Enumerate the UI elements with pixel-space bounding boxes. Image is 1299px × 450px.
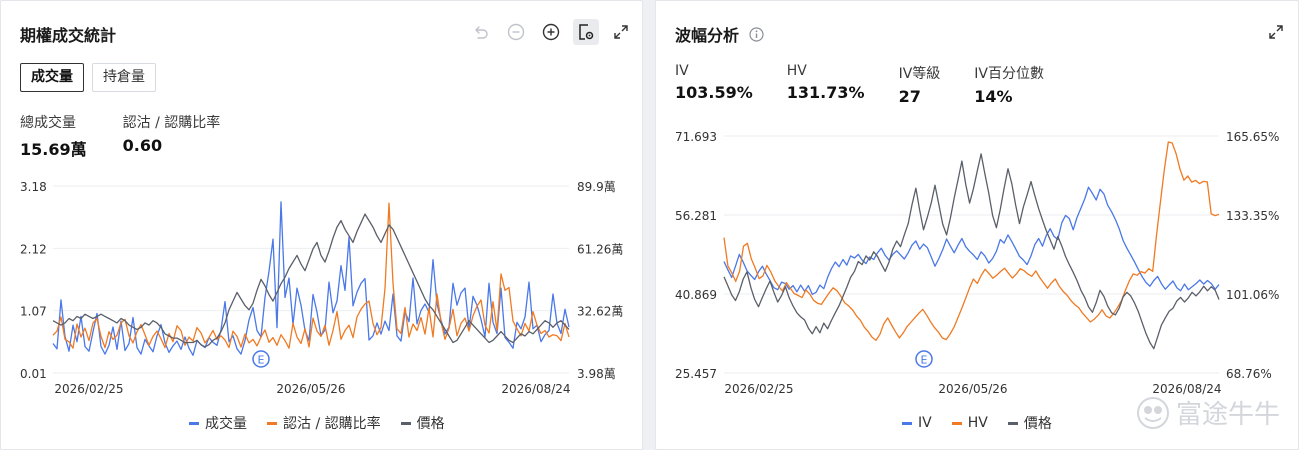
expand-button[interactable] [1263,19,1289,45]
legend-item-price[interactable]: 價格 [1007,413,1052,433]
legend-label: 價格 [1023,416,1052,432]
stat-value: 131.73% [786,83,865,102]
stat-hv: HV 131.73% [787,63,865,106]
chart-toolbar [459,19,634,45]
volatility-chart[interactable]: 71.693 165.65% 56.281 133.35% 40.869 101.06% 2… [656,121,1299,401]
y-left-tick-label: 40.869 [675,288,717,302]
volume-stats: 總成交量 15.69萬 認沽 / 認購比率 0.60 [20,112,256,160]
series-line-IV[interactable] [723,186,1220,296]
legend-swatch [951,421,962,425]
legend-item-hv[interactable]: HV [951,413,988,433]
volatility-panel: 波幅分析 IV 103.59% HV 131.73% IV等級 27 IV百分位… [655,0,1299,450]
info-icon[interactable] [749,26,764,42]
y-left-tick-label: 56.281 [675,209,717,223]
series-line-HV[interactable] [723,141,1220,342]
event-marker-label: E [258,354,265,367]
stat-label: IV等級 [898,66,941,82]
y-left-tick-label: 71.693 [675,130,717,144]
y-right-tick-label: 89.9萬 [577,180,616,194]
x-tick-label: 2026/05/26 [276,382,345,396]
volatility-stats: IV 103.59% HV 131.73% IV等級 27 IV百分位數 14% [675,63,1080,106]
x-tick-label: 2026/02/25 [724,382,793,396]
zoom-in-button[interactable] [538,19,564,45]
stat-total-volume: 總成交量 15.69萬 [20,112,87,160]
y-left-tick-label: 3.18 [20,180,47,194]
y-right-tick-label: 101.06% [1226,288,1279,302]
panel-title-wrap: 波幅分析 [675,22,764,46]
tab-volume[interactable]: 成交量 [20,63,84,92]
legend-swatch [189,421,199,425]
legend-label: HV [967,415,988,431]
watermark: 富途牛牛 [1136,394,1280,431]
legend-swatch [1007,421,1018,425]
stat-value: 15.69萬 [20,140,87,159]
option-volume-panel: 期權成交統計 成交量 持倉量 總成交量 15.69萬 認沽 / 認購比率 0.6… [0,0,643,450]
stat-label: HV [786,63,807,79]
chart-toolbar [1254,19,1289,45]
stat-iv-rank: IV等級 27 [899,63,941,106]
y-right-tick-label: 32.62萬 [577,305,623,319]
legend-item-price[interactable]: 價格 [400,413,445,433]
expand-button[interactable] [608,19,634,45]
legend-label: IV [918,415,932,431]
legend-label: 成交量 [205,416,247,432]
legend-item-put-call-ratio[interactable]: 認沽 / 認購比率 [267,413,381,433]
futu-logo-icon [1136,396,1169,429]
stat-label: 總成交量 [20,115,76,131]
undo-button[interactable] [468,19,494,45]
zoom-out-icon [507,23,525,41]
series-line-價格[interactable] [52,213,570,348]
undo-icon [475,26,488,39]
volume-chart[interactable]: 3.18 89.9萬 2.12 61.26萬 1.07 32.62萬 0.01 3.98萬 20… [1,171,644,401]
y-left-tick-label: 2.12 [20,242,47,256]
legend-swatch [902,421,912,425]
stat-value: 27 [898,87,921,106]
legend-label: 價格 [416,416,445,432]
y-right-tick-label: 68.76% [1226,367,1272,381]
event-marker-label: E [921,354,928,367]
y-right-tick-label: 165.65% [1226,130,1279,144]
zoom-out-button[interactable] [503,19,529,45]
chart-legend: IV HV 價格 [902,413,1072,433]
panel-title: 波幅分析 [675,26,740,45]
stat-value: 103.59% [675,83,753,102]
chart-settings-icon [579,24,594,40]
y-right-tick-label: 133.35% [1226,209,1279,223]
legend-item-volume[interactable]: 成交量 [189,413,247,433]
metric-tabs: 成交量 持倉量 [20,63,164,92]
stat-iv: IV 103.59% [675,63,753,106]
stat-label: 認沽 / 認購比率 [122,115,221,131]
x-tick-label: 2026/05/26 [938,382,1007,396]
stat-label: IV百分位數 [974,66,1044,82]
chart-settings-button[interactable] [573,19,599,45]
stat-iv-percentile: IV百分位數 14% [974,63,1044,106]
series-line-價格[interactable] [723,153,1220,350]
stat-value: 14% [974,87,1013,106]
y-left-tick-label: 1.07 [20,305,47,319]
y-right-tick-label: 61.26萬 [577,242,623,256]
panel-title: 期權成交統計 [20,26,117,45]
legend-swatch [400,421,411,425]
watermark-text: 富途牛牛 [1175,400,1280,430]
expand-icon [1269,25,1283,39]
x-tick-label: 2026/02/25 [54,382,123,396]
stat-put-call-ratio: 認沽 / 認購比率 0.60 [123,112,221,160]
tab-open-interest[interactable]: 持倉量 [92,63,156,92]
event-marker[interactable]: E [252,350,270,368]
expand-icon [614,25,628,39]
stat-label: IV [675,63,689,79]
y-right-tick-label: 3.98萬 [577,367,616,381]
chart-legend: 成交量 認沽 / 認購比率 價格 [189,413,465,433]
legend-item-iv[interactable]: IV [902,413,932,433]
stat-value: 0.60 [122,136,163,155]
x-tick-label: 2026/08/24 [501,382,570,396]
legend-swatch [267,421,277,425]
event-marker[interactable]: E [915,350,933,368]
legend-label: 認沽 / 認購比率 [283,416,381,432]
y-left-tick-label: 25.457 [675,367,717,381]
y-left-tick-label: 0.01 [20,367,47,381]
zoom-in-icon [542,23,560,41]
